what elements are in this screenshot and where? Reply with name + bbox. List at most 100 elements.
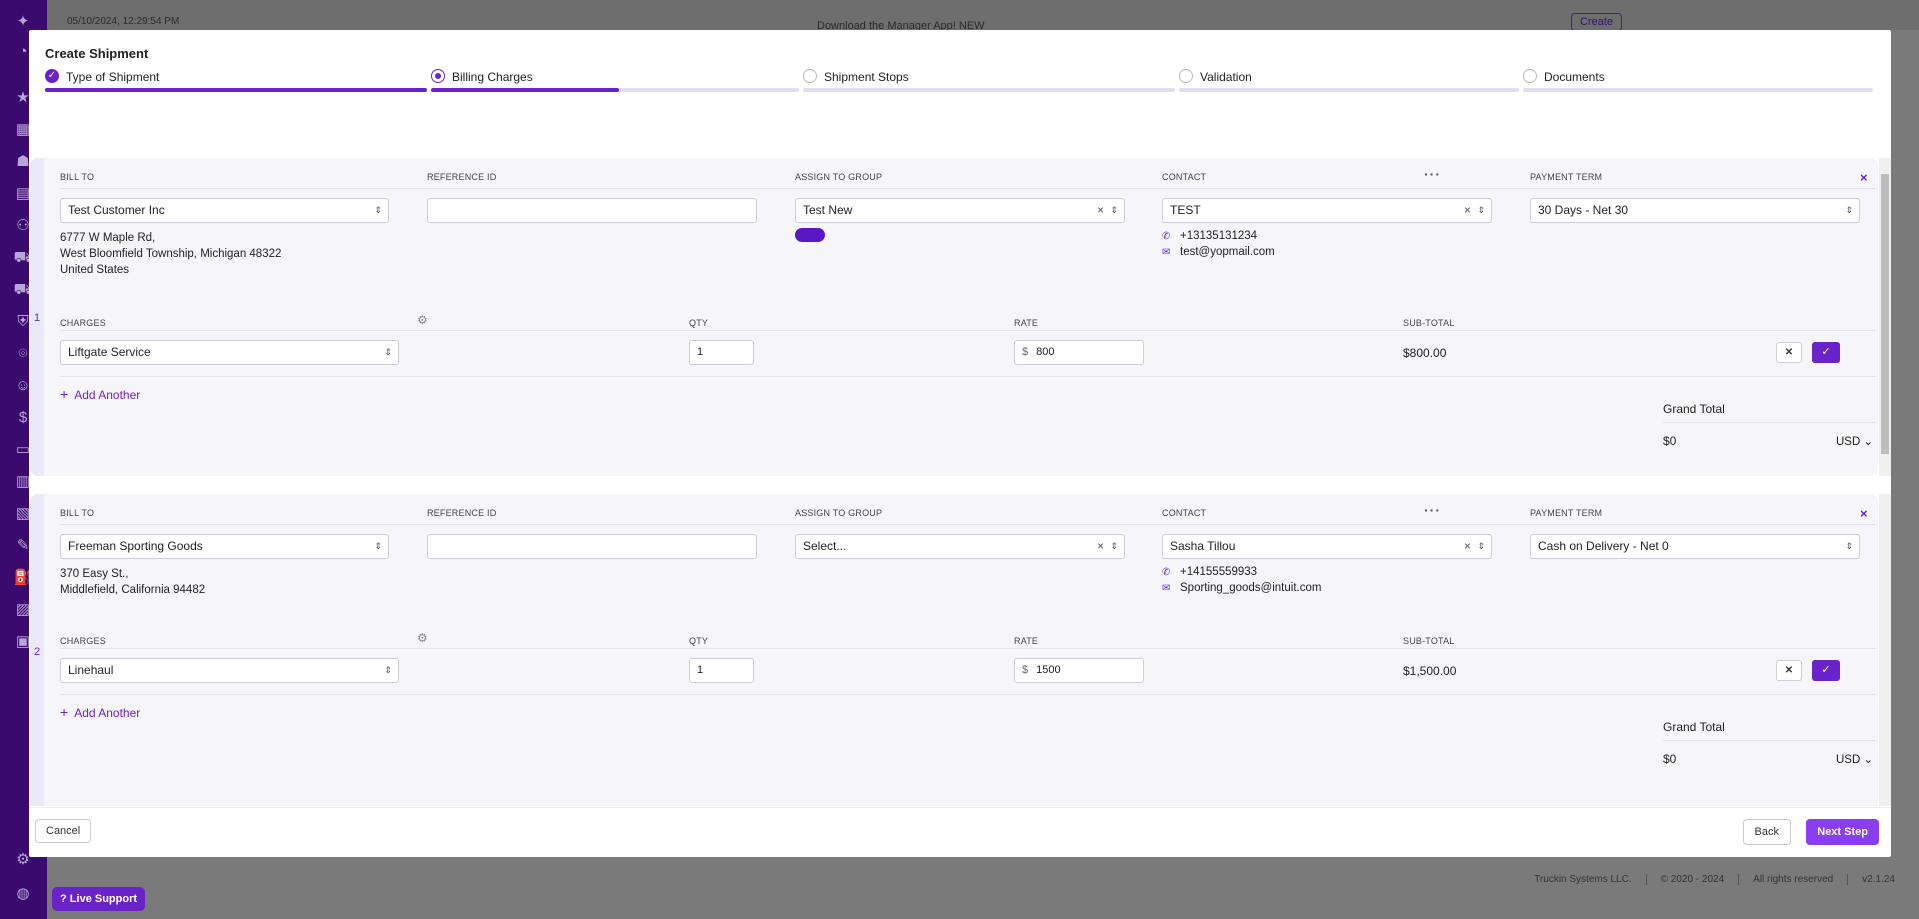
clear-icon[interactable]: ×: [1097, 535, 1104, 558]
divider: [1663, 740, 1876, 741]
clear-icon[interactable]: ×: [1097, 199, 1104, 222]
currency-select[interactable]: USD ⌄: [1836, 434, 1873, 448]
qty-input[interactable]: 1: [689, 340, 754, 365]
bill-to-value: Test Customer Inc: [68, 203, 165, 217]
currency-symbol: $: [1022, 664, 1029, 676]
contact-select[interactable]: Sasha Tillou × ⇕: [1162, 534, 1492, 559]
reference-id-input[interactable]: [427, 534, 757, 559]
chevron-updown-icon: ⇕: [1110, 541, 1118, 551]
clear-icon[interactable]: ×: [1464, 535, 1471, 558]
more-options-icon[interactable]: ···: [1424, 166, 1441, 182]
back-button[interactable]: Back: [1742, 819, 1791, 845]
live-support-button[interactable]: ? Live Support: [52, 887, 146, 911]
bill-to-header: BILL TO: [60, 508, 95, 518]
contact-select[interactable]: TEST × ⇕: [1162, 198, 1492, 223]
cancel-button[interactable]: Cancel: [35, 819, 92, 843]
chevron-updown-icon: ⇕: [384, 665, 392, 675]
contact-phone: ✆ +14155559933: [1162, 566, 1257, 578]
radio-icon: [1523, 69, 1537, 83]
add-another-button[interactable]: + Add Another: [60, 386, 140, 402]
address-line: 6777 W Maple Rd,: [60, 232, 156, 244]
help-icon[interactable]: ◍: [13, 884, 33, 904]
confirm-charge-button[interactable]: ✓: [1812, 660, 1840, 681]
modal-footer: Cancel Back Next Step: [29, 807, 1891, 857]
create-button[interactable]: Create: [1571, 13, 1623, 31]
app-footer: Truckin Systems LLC. © 2020 - 2024 All rig…: [1534, 874, 1895, 885]
payment-term-header: PAYMENT TERM: [1530, 508, 1603, 518]
assign-group-select[interactable]: Test New × ⇕: [795, 198, 1125, 223]
chevron-updown-icon: ⇕: [374, 541, 382, 551]
remove-card-icon[interactable]: ×: [1860, 506, 1868, 521]
card-scrollbar[interactable]: [1879, 494, 1891, 806]
mail-icon: ✉: [1162, 583, 1171, 594]
phone-icon: ✆: [1162, 231, 1171, 242]
payment-term-select[interactable]: 30 Days - Net 30 ⇕: [1530, 198, 1860, 223]
group-toggle[interactable]: [795, 228, 825, 242]
cancel-charge-button[interactable]: ✕: [1776, 660, 1802, 681]
reference-id-header: REFERENCE ID: [427, 508, 497, 518]
help-circle-icon: ?: [60, 893, 67, 905]
footer-copyright: © 2020 - 2024: [1645, 874, 1725, 885]
contact-value: Sasha Tillou: [1170, 539, 1236, 553]
charge-select[interactable]: Linehaul ⇕: [60, 658, 399, 683]
divider: [60, 330, 1876, 331]
address-line: West Bloomfield Township, Michigan 48322: [60, 248, 282, 260]
assign-group-select[interactable]: Select... × ⇕: [795, 534, 1125, 559]
modal-title: Create Shipment: [45, 46, 149, 61]
top-bar: 05/10/2024, 12:29:54 PM Download the Man…: [47, 0, 1919, 32]
app-logo-icon[interactable]: ✦: [13, 12, 33, 32]
payment-term-select[interactable]: Cash on Delivery - Net 0 ⇕: [1530, 534, 1860, 559]
step-label: Documents: [1544, 70, 1605, 84]
chevron-updown-icon: ⇕: [1477, 205, 1485, 215]
rate-value: 800: [1036, 346, 1055, 358]
currency-select[interactable]: USD ⌄: [1836, 752, 1873, 766]
footer-version: v2.1.24: [1847, 874, 1895, 885]
currency-symbol: $: [1022, 346, 1029, 358]
qty-header: QTY: [689, 318, 709, 328]
check-icon: ✓: [45, 69, 59, 83]
create-shipment-modal: Create Shipment ✓ Type of Shipment Billi…: [29, 30, 1891, 857]
timestamp: 05/10/2024, 12:29:54 PM: [67, 16, 180, 27]
assign-group-header: ASSIGN TO GROUP: [795, 508, 883, 518]
divider: [60, 524, 1876, 525]
remove-card-icon[interactable]: ×: [1860, 170, 1868, 185]
charge-value: Linehaul: [68, 663, 114, 677]
charge-select[interactable]: Liftgate Service ⇕: [60, 340, 399, 365]
reference-id-input[interactable]: [427, 198, 757, 223]
confirm-charge-button[interactable]: ✓: [1812, 342, 1840, 363]
more-options-icon[interactable]: ···: [1424, 502, 1441, 518]
contact-value: TEST: [1170, 203, 1201, 217]
qty-header: QTY: [689, 636, 709, 646]
card-scrollbar[interactable]: [1879, 158, 1891, 476]
billing-cards-container: 1 BILL TO REFERENCE ID ASSIGN TO GROUP C…: [29, 126, 1891, 806]
chevron-updown-icon: ⇕: [1845, 205, 1853, 215]
scroll-thumb[interactable]: [1881, 174, 1889, 454]
bill-to-select[interactable]: Freeman Sporting Goods ⇕: [60, 534, 389, 559]
add-another-label: Add Another: [74, 388, 141, 402]
email-value: test@yopmail.com: [1180, 246, 1275, 258]
bill-to-value: Freeman Sporting Goods: [68, 539, 203, 553]
rate-input[interactable]: $1500: [1014, 658, 1144, 683]
plus-icon: +: [60, 386, 69, 402]
qty-input[interactable]: 1: [689, 658, 754, 683]
subtotal-value: $1,500.00: [1403, 664, 1457, 678]
rate-value: 1500: [1036, 664, 1061, 676]
cancel-charge-button[interactable]: ✕: [1776, 342, 1802, 363]
currency-value: USD: [1836, 436, 1861, 448]
gear-icon[interactable]: ⚙: [417, 313, 428, 327]
clear-icon[interactable]: ×: [1464, 199, 1471, 222]
assign-group-value: Test New: [803, 203, 853, 217]
step-label: Shipment Stops: [824, 70, 909, 84]
bill-to-select[interactable]: Test Customer Inc ⇕: [60, 198, 389, 223]
subtotal-value: $800.00: [1403, 346, 1447, 360]
next-step-button[interactable]: Next Step: [1806, 819, 1879, 845]
rate-input[interactable]: $800: [1014, 340, 1144, 365]
gear-icon[interactable]: ⚙: [417, 631, 428, 645]
card-index: 1: [34, 312, 41, 324]
add-another-button[interactable]: + Add Another: [60, 704, 140, 720]
currency-value: USD: [1836, 754, 1861, 766]
charges-header: CHARGES: [60, 636, 106, 646]
divider: [60, 694, 1876, 695]
charges-header: CHARGES: [60, 318, 106, 328]
divider: [60, 376, 1876, 377]
